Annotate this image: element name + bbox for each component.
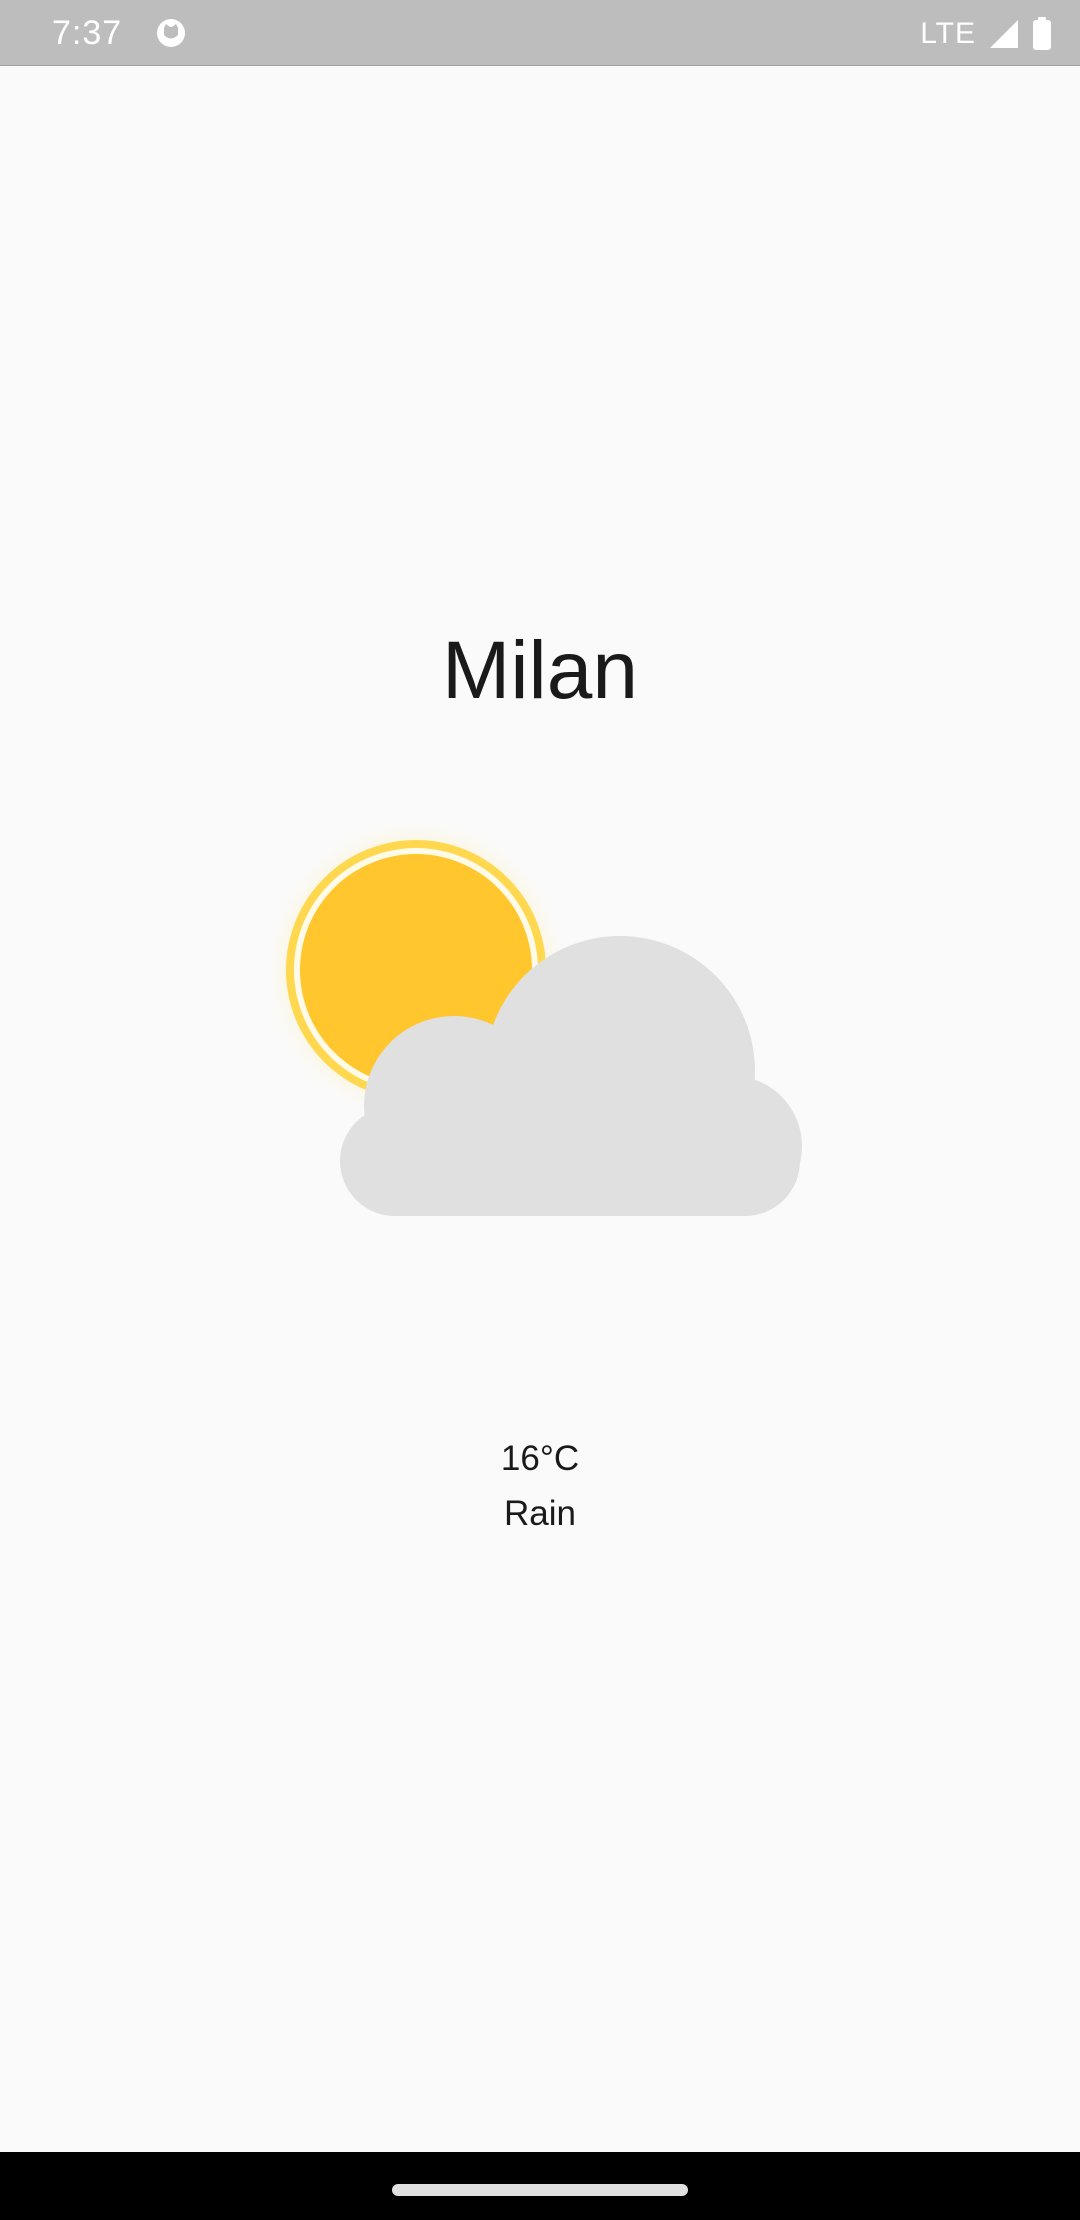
condition-label: Rain: [504, 1494, 576, 1533]
network-type-label: LTE: [920, 17, 976, 50]
home-gesture-handle[interactable]: [392, 2184, 688, 2196]
battery-icon: [1033, 17, 1051, 50]
navigation-bar: [0, 2152, 1080, 2220]
weather-screen: Milan 16°C Rain: [0, 66, 1080, 2152]
temperature-label: 16°C: [500, 1439, 580, 1478]
signal-icon: [990, 20, 1018, 48]
app-notification-icon: [157, 19, 185, 47]
status-bar: 7:37 LTE: [0, 0, 1080, 66]
status-icons: LTE: [920, 14, 1052, 54]
city-name: Milan: [442, 625, 638, 716]
status-time: 7:37: [52, 14, 123, 52]
partly-cloudy-icon: [270, 820, 802, 1216]
